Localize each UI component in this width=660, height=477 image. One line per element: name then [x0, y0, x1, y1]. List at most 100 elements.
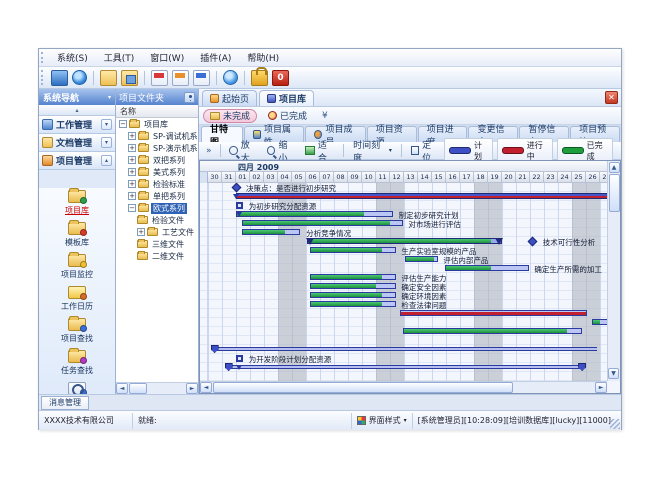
scroll-left-icon[interactable]: ◄	[200, 382, 212, 393]
tree-node-欧式系列[interactable]: −欧式系列	[116, 202, 198, 214]
collapse-icon[interactable]: −	[128, 204, 136, 212]
expand-icon[interactable]: +	[128, 144, 136, 152]
filter-未完成[interactable]: 未完成	[203, 109, 257, 123]
gantt-bar-确定安全因素[interactable]	[310, 283, 395, 289]
scroll-left-icon[interactable]: ◄	[116, 383, 128, 394]
sidebar-item-任务查找[interactable]: 任务查找	[39, 348, 115, 380]
task-marker[interactable]	[236, 355, 243, 362]
gantt-bar-评估生产能力[interactable]	[310, 274, 395, 280]
pin-icon[interactable]	[184, 92, 195, 103]
tree-node-美式系列[interactable]: +美式系列	[116, 166, 198, 178]
expand-icon[interactable]: +	[128, 168, 136, 176]
resize-grip[interactable]	[610, 419, 620, 429]
menu-item-s[interactable]: 系统(S)	[49, 49, 96, 66]
chevron-icon[interactable]: ▾	[101, 137, 112, 148]
tree-node-二维文件[interactable]: 二维文件	[116, 250, 198, 262]
tab-起始页[interactable]: 起始页	[202, 90, 257, 106]
chevron-icon[interactable]: ▴	[101, 155, 112, 166]
gantt-bar-line[interactable]	[214, 347, 598, 351]
tree-node-SP-调试机系[interactable]: +SP-调试机系	[116, 130, 198, 142]
gantt-bar-确定环境因素[interactable]	[310, 292, 395, 298]
report-blue-icon[interactable]	[193, 70, 210, 86]
sidebar-collapse-strip[interactable]: ▴	[39, 105, 115, 116]
gantt-bar-对市场进行评估[interactable]	[242, 220, 403, 226]
tab-甘特图[interactable]: 甘特图	[201, 126, 243, 142]
menu-item-w[interactable]: 窗口(W)	[142, 49, 192, 66]
stop-icon[interactable]: 0	[272, 70, 289, 86]
report-red-icon[interactable]	[151, 70, 168, 86]
expand-icon[interactable]: +	[128, 156, 136, 164]
tree-node-SP-演示机系[interactable]: +SP-演示机系	[116, 142, 198, 154]
tab-message-management[interactable]: 消息管理	[41, 396, 89, 410]
expand-icon[interactable]: +	[128, 192, 136, 200]
sidebar-group-工作管理[interactable]: 工作管理▾	[39, 116, 115, 134]
tab-项目库[interactable]: 项目库	[259, 90, 314, 106]
milestone-marker[interactable]	[527, 237, 537, 247]
scroll-down-icon[interactable]: ▼	[608, 368, 619, 379]
tree-node-工艺文件[interactable]: +工艺文件	[116, 226, 198, 238]
gantt-horizontal-scrollbar[interactable]: ◄ ►	[200, 381, 607, 393]
sidebar-group-项目管理[interactable]: 项目管理▴	[39, 152, 115, 170]
sidebar-group-文档管理[interactable]: 文档管理▾	[39, 134, 115, 152]
tree-node-检验标准[interactable]: +检验标准	[116, 178, 198, 190]
folder-open-icon	[210, 112, 220, 120]
collapse-icon[interactable]: −	[119, 120, 127, 128]
gantt-bar-task[interactable]	[592, 319, 607, 325]
scrollbar-thumb[interactable]	[609, 174, 620, 212]
gantt-toolbar-缩小-button[interactable]: 缩小	[263, 143, 299, 158]
toolbar-overflow-chevron[interactable]: »	[203, 146, 215, 156]
scrollbar-thumb[interactable]	[129, 383, 147, 394]
milestone-marker[interactable]	[232, 183, 242, 192]
sidebar-item-项目监控[interactable]: 项目监控	[39, 252, 115, 284]
tree-node-双把系列[interactable]: +双把系列	[116, 154, 198, 166]
filter-已完成[interactable]: 已完成	[261, 109, 314, 123]
chevron-down-icon[interactable]: ▾	[108, 94, 111, 101]
close-tab-button[interactable]: ✕	[605, 91, 618, 104]
task-label: 对市场进行评估	[408, 219, 461, 230]
tree-node-项目库[interactable]: −项目库	[116, 118, 198, 130]
scroll-right-icon[interactable]: ►	[186, 383, 198, 394]
help-globe-icon[interactable]	[223, 70, 238, 85]
globe-icon[interactable]	[72, 70, 87, 85]
sidebar-item-项目查找[interactable]: 项目查找	[39, 316, 115, 348]
scroll-right-icon[interactable]: ►	[595, 382, 607, 393]
lock-icon[interactable]	[251, 70, 268, 86]
tree-node-单把系列[interactable]: +单把系列	[116, 190, 198, 202]
ui-style-selector[interactable]: 界面样式 ▾	[351, 413, 413, 429]
folder-icon[interactable]	[100, 70, 117, 86]
gantt-toolbar-定位-button[interactable]: 定位	[407, 143, 443, 158]
scroll-up-icon[interactable]: ▲	[609, 162, 620, 173]
expand-icon[interactable]: +	[128, 180, 136, 188]
sidebar-item-模板库[interactable]: 模板库	[39, 220, 115, 252]
expand-icon[interactable]: +	[137, 228, 145, 236]
gantt-bar-生产实验室规模的产品[interactable]	[310, 247, 395, 253]
expand-icon[interactable]: +	[128, 132, 136, 140]
gantt-toolbar-适合-button[interactable]: 适合	[301, 143, 338, 158]
tree-node-三维文件[interactable]: 三维文件	[116, 238, 198, 250]
gantt-toolbar-时间刻度-button[interactable]: 时间刻度▾	[349, 143, 396, 158]
monitor-icon[interactable]	[51, 70, 68, 86]
sidebar-item-工作日历[interactable]: 工作日历	[39, 284, 115, 316]
report-orange-icon[interactable]	[172, 70, 189, 86]
folder-window-icon[interactable]	[121, 70, 138, 86]
gantt-bar-line[interactable]	[228, 365, 584, 369]
chevron-icon[interactable]: ▾	[101, 119, 112, 130]
task-label: 分析竞争情况	[306, 228, 351, 239]
gantt-toolbar-放大-button[interactable]: 放大	[225, 143, 261, 158]
gantt-chart: 四月 2009 30310102030405060708091011121314…	[199, 160, 621, 394]
tree-column-header[interactable]: 名称	[116, 105, 198, 118]
menu-item-h[interactable]: 帮助(H)	[239, 49, 287, 66]
filter-overflow[interactable]: ¥	[318, 111, 332, 121]
menu-item-a[interactable]: 插件(A)	[192, 49, 239, 66]
gantt-bar-检查法律问题[interactable]	[310, 301, 395, 307]
menu-item-t[interactable]: 工具(T)	[96, 49, 143, 66]
scrollbar-thumb[interactable]	[213, 382, 513, 393]
gantt-bar-task[interactable]	[403, 328, 582, 334]
sidebar-item-项目文档查找[interactable]: 项目文档查找	[39, 380, 115, 394]
tree-horizontal-scrollbar[interactable]: ◄ ►	[116, 382, 198, 394]
gantt-vertical-scrollbar[interactable]: ▲ ▼	[607, 161, 620, 381]
gantt-bar-分析竞争情况[interactable]	[242, 229, 301, 235]
tree-node-检验文件[interactable]: 检验文件	[116, 214, 198, 226]
task-marker[interactable]	[236, 202, 243, 209]
sidebar-item-项目库[interactable]: 项目库	[39, 188, 115, 220]
